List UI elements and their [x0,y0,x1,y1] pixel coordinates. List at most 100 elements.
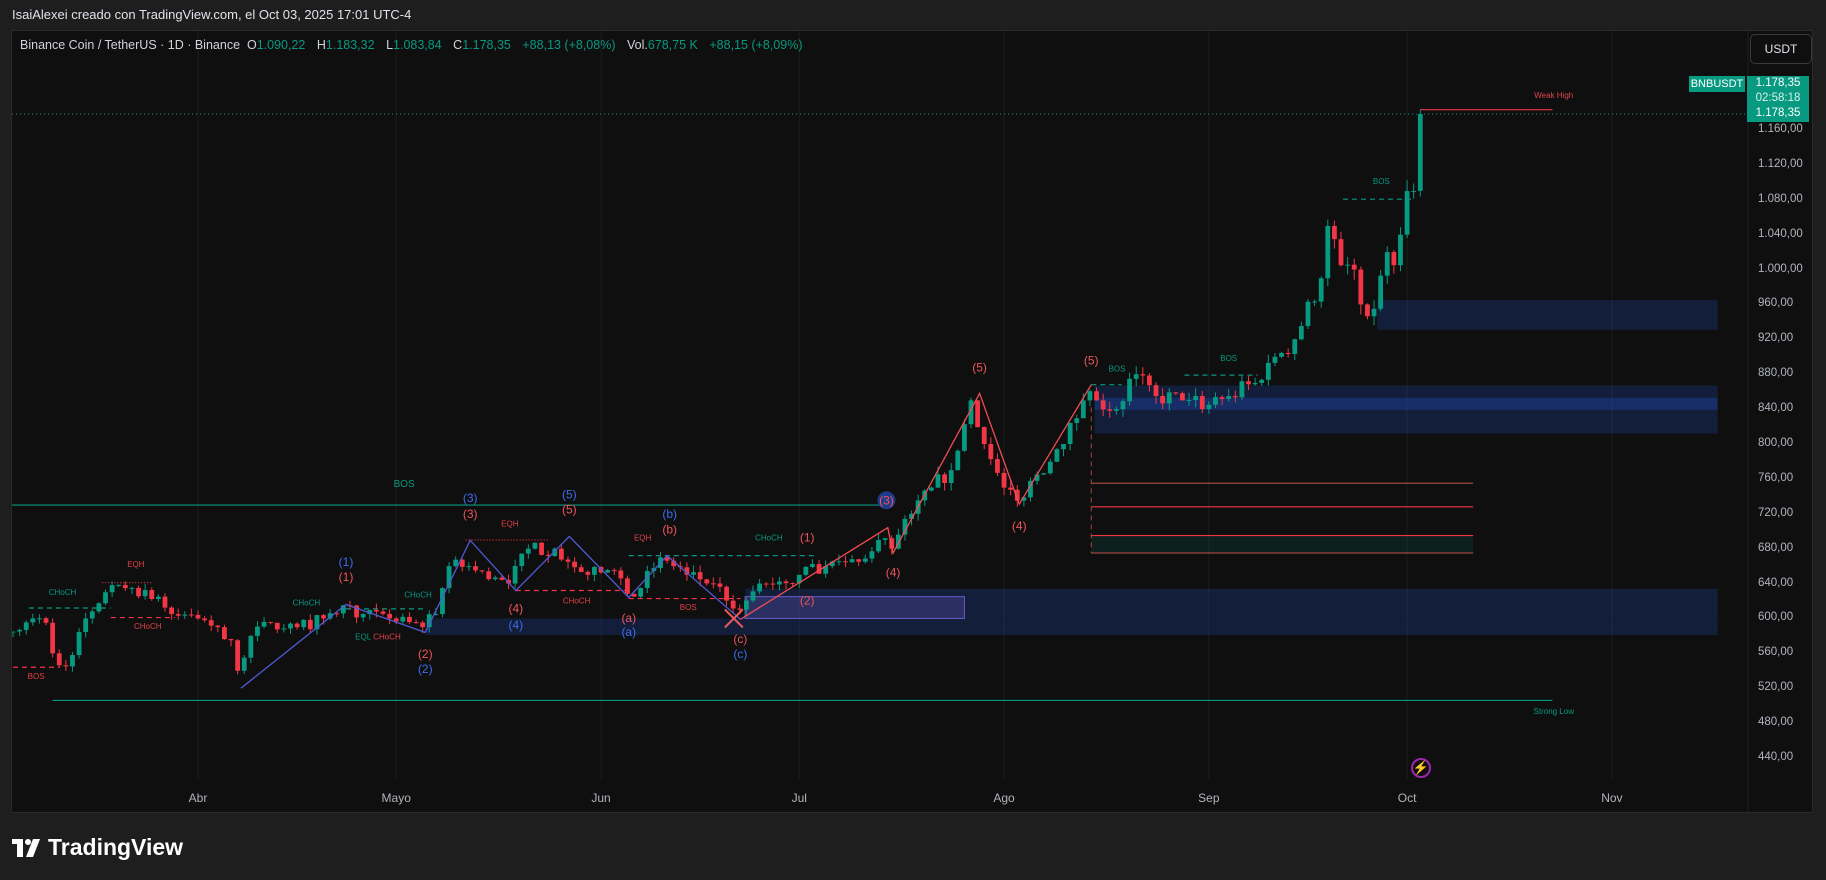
candle-body [988,443,994,460]
candle-body [1411,191,1417,193]
candle-body [268,621,274,623]
legend-symbol[interactable]: Binance Coin / TetherUS · 1D · Binance [20,38,240,52]
month-label: Sep [1198,791,1220,805]
wave-label: (c) [733,647,747,661]
candle-body [380,611,386,614]
candle-body [149,590,155,600]
structure-label: CHoCH [755,533,783,542]
wave-label: (4) [1012,519,1027,533]
order-block-zone [1377,300,1718,330]
candle-body [928,487,934,491]
plot-area: (1)(1)(2)(2)(3)(3)(4)(4)(5)(5)(a)(a)(b)(… [12,91,1748,716]
legend-high: 1.183,32 [325,38,375,52]
price-tick: 800,00 [1758,436,1794,449]
candle-body [1127,378,1132,402]
tradingview-logo[interactable]: TradingView [12,834,183,861]
candle-body [942,474,947,484]
price-chart[interactable]: (1)(1)(2)(2)(3)(3)(4)(4)(5)(5)(a)(a)(b)(… [0,0,1826,880]
candle-body [757,583,762,592]
candle-body [1094,391,1099,401]
candle-body [248,635,254,658]
candle-body [565,559,571,562]
candle-body [691,572,696,575]
price-tick: 520,00 [1758,681,1794,694]
candle-body [1384,252,1390,276]
candle-body [241,657,247,671]
candle-body [1074,418,1080,423]
candle-body [228,639,234,641]
candle-body [1133,374,1139,379]
wave-label: (a) [621,625,636,639]
legend-low: 1.083,84 [393,38,442,52]
candle-body [479,570,485,572]
legend-close-label: C [453,38,463,52]
candle-body [1001,472,1007,488]
candle-body [407,616,412,623]
order-block-zone [744,596,965,619]
price-tick: 1.000,00 [1758,262,1803,275]
candle-body [208,620,214,626]
candle-body [1371,308,1377,317]
lightning-icon[interactable]: ⚡ [1411,758,1431,778]
structure-label: BOS [394,479,415,490]
structure-label: BOS [28,672,45,681]
wave-label: (4) [886,565,901,579]
candle-body [360,614,366,618]
month-label: Jul [791,791,807,805]
currency-button[interactable]: USDT [1750,34,1812,64]
candle-body [697,572,703,580]
structure-label: Strong Low [1534,707,1575,716]
candle-body [142,590,148,597]
candle-body [202,618,208,621]
candle-body [96,603,102,612]
candle-body [585,571,591,575]
structure-label: EQL [355,632,372,641]
structure-label: CHoCH [134,622,162,631]
candle-body [215,625,221,628]
candle-body [777,581,782,585]
candle-body [975,400,981,428]
candle-body [1047,461,1053,474]
symbol-price-tag: BNBUSDT [1689,76,1745,92]
candle-body [1054,449,1060,462]
candle-body [1398,234,1403,266]
candle-body [222,627,227,640]
candle-body [188,614,194,616]
candle-body [473,566,478,571]
candle-body [1219,397,1225,399]
wave-label: (5) [1084,354,1099,368]
bar-countdown: 02:58:18 [1755,92,1801,104]
candle-body [849,559,855,563]
candle-body [1120,401,1126,410]
structure-label: CHoCH [49,588,77,597]
wave-label: (b) [662,522,677,536]
candle-body [532,542,538,549]
structure-label: BOS [680,603,697,612]
candle-body [1391,252,1397,266]
candle-body [704,579,710,584]
candle-body [281,628,287,630]
candle-body [1041,473,1047,475]
price-tick: 960,00 [1758,297,1794,310]
price-tick: 600,00 [1758,611,1794,624]
candle-body [1100,400,1106,410]
candle-body [743,600,749,610]
candle-body [1325,225,1331,279]
candle-body [129,587,135,589]
candle-body [1417,113,1423,191]
last-price-box: 1.178,35 02:58:18 1.178,35 [1747,76,1809,122]
structure-label: BOS [1373,177,1390,186]
candle-body [1239,381,1245,398]
candle-body [1292,339,1298,355]
candle-body [1265,362,1271,380]
candle-body [862,558,868,562]
price-tick: 680,00 [1758,541,1794,554]
candle-body [1180,393,1185,401]
wave-label: (4) [508,602,523,616]
candle-body [1252,382,1258,385]
candle-body [43,618,49,623]
candle-body [70,655,75,667]
legend-change: +88,13 (+8,08%) [522,38,616,52]
price-tick: 920,00 [1758,332,1794,345]
candle-body [1087,391,1093,401]
